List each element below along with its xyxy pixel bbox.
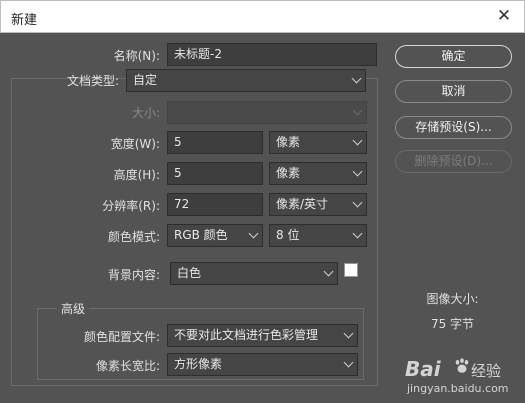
chevron-down-icon (351, 73, 362, 84)
height-label: 高度(H): (113, 168, 160, 182)
pixel-aspect-select[interactable]: 方形像素 (167, 353, 358, 376)
close-icon[interactable]: ✕ (494, 6, 514, 26)
chevron-down-icon (352, 105, 363, 116)
color-mode-value: RGB 颜色 (174, 228, 228, 242)
chevron-down-icon (323, 266, 334, 277)
chevron-down-icon (352, 197, 363, 208)
color-profile-select[interactable]: 不要对此文档进行色彩管理 (167, 324, 358, 347)
watermark-logo-text: Bai (405, 357, 441, 381)
width-unit-select[interactable]: 像素 (269, 131, 367, 154)
height-input[interactable]: 5 (167, 162, 263, 185)
height-unit-value: 像素 (276, 166, 301, 180)
background-value: 白色 (177, 266, 202, 280)
pixel-aspect-value: 方形像素 (174, 357, 223, 371)
chevron-down-icon (343, 328, 354, 339)
width-label: 宽度(W): (110, 137, 160, 151)
chevron-down-icon (352, 166, 363, 177)
save-preset-button[interactable]: 存储预设(S)... (395, 116, 512, 139)
name-label: 名称(N): (113, 49, 160, 63)
color-mode-label: 颜色模式: (107, 230, 160, 244)
watermark-brand-text: 经验 (471, 362, 502, 380)
resolution-input[interactable]: 72 (167, 193, 263, 216)
bit-depth-select[interactable]: 8 位 (269, 224, 367, 247)
cancel-button[interactable]: 取消 (395, 80, 512, 103)
name-input[interactable]: 未标题-2 (167, 43, 377, 66)
baidu-watermark: Bai 经验 jingyan.baidu.com (405, 355, 515, 400)
pixel-aspect-label: 像素长宽比: (95, 359, 160, 373)
chevron-down-icon (343, 357, 354, 368)
resolution-unit-select[interactable]: 像素/英寸 (269, 193, 367, 216)
ok-button[interactable]: 确定 (395, 45, 512, 68)
size-label: 大小: (131, 106, 160, 120)
color-profile-value: 不要对此文档进行色彩管理 (174, 328, 319, 342)
height-unit-select[interactable]: 像素 (269, 162, 367, 185)
size-select (167, 101, 367, 124)
chevron-down-icon (352, 135, 363, 146)
chevron-down-icon (352, 228, 363, 239)
resolution-label: 分辨率(R): (102, 199, 160, 213)
resolution-unit-value: 像素/英寸 (276, 197, 329, 211)
watermark-url: jingyan.baidu.com (407, 382, 509, 395)
chevron-down-icon (248, 228, 259, 239)
width-input[interactable]: 5 (167, 131, 263, 154)
background-color-swatch[interactable] (344, 263, 358, 277)
doc-type-label: 文档类型: (66, 74, 119, 88)
color-mode-select[interactable]: RGB 颜色 (167, 224, 263, 247)
color-profile-label: 颜色配置文件: (83, 330, 160, 344)
window-title: 新建 (11, 13, 38, 28)
bit-depth-value: 8 位 (276, 228, 300, 242)
image-size-label: 图像大小: (426, 292, 479, 306)
delete-preset-button: 删除预设(D)... (395, 150, 512, 173)
background-select[interactable]: 白色 (170, 262, 338, 285)
image-size-value: 75 字节 (430, 317, 475, 331)
width-unit-value: 像素 (276, 135, 301, 149)
paw-icon (455, 358, 469, 373)
doc-type-value: 自定 (133, 73, 158, 87)
background-label: 背景内容: (107, 268, 160, 282)
title-bar: 新建 ✕ (0, 0, 525, 33)
advanced-title: 高级 (57, 300, 90, 317)
doc-type-select[interactable]: 自定 (126, 69, 366, 92)
